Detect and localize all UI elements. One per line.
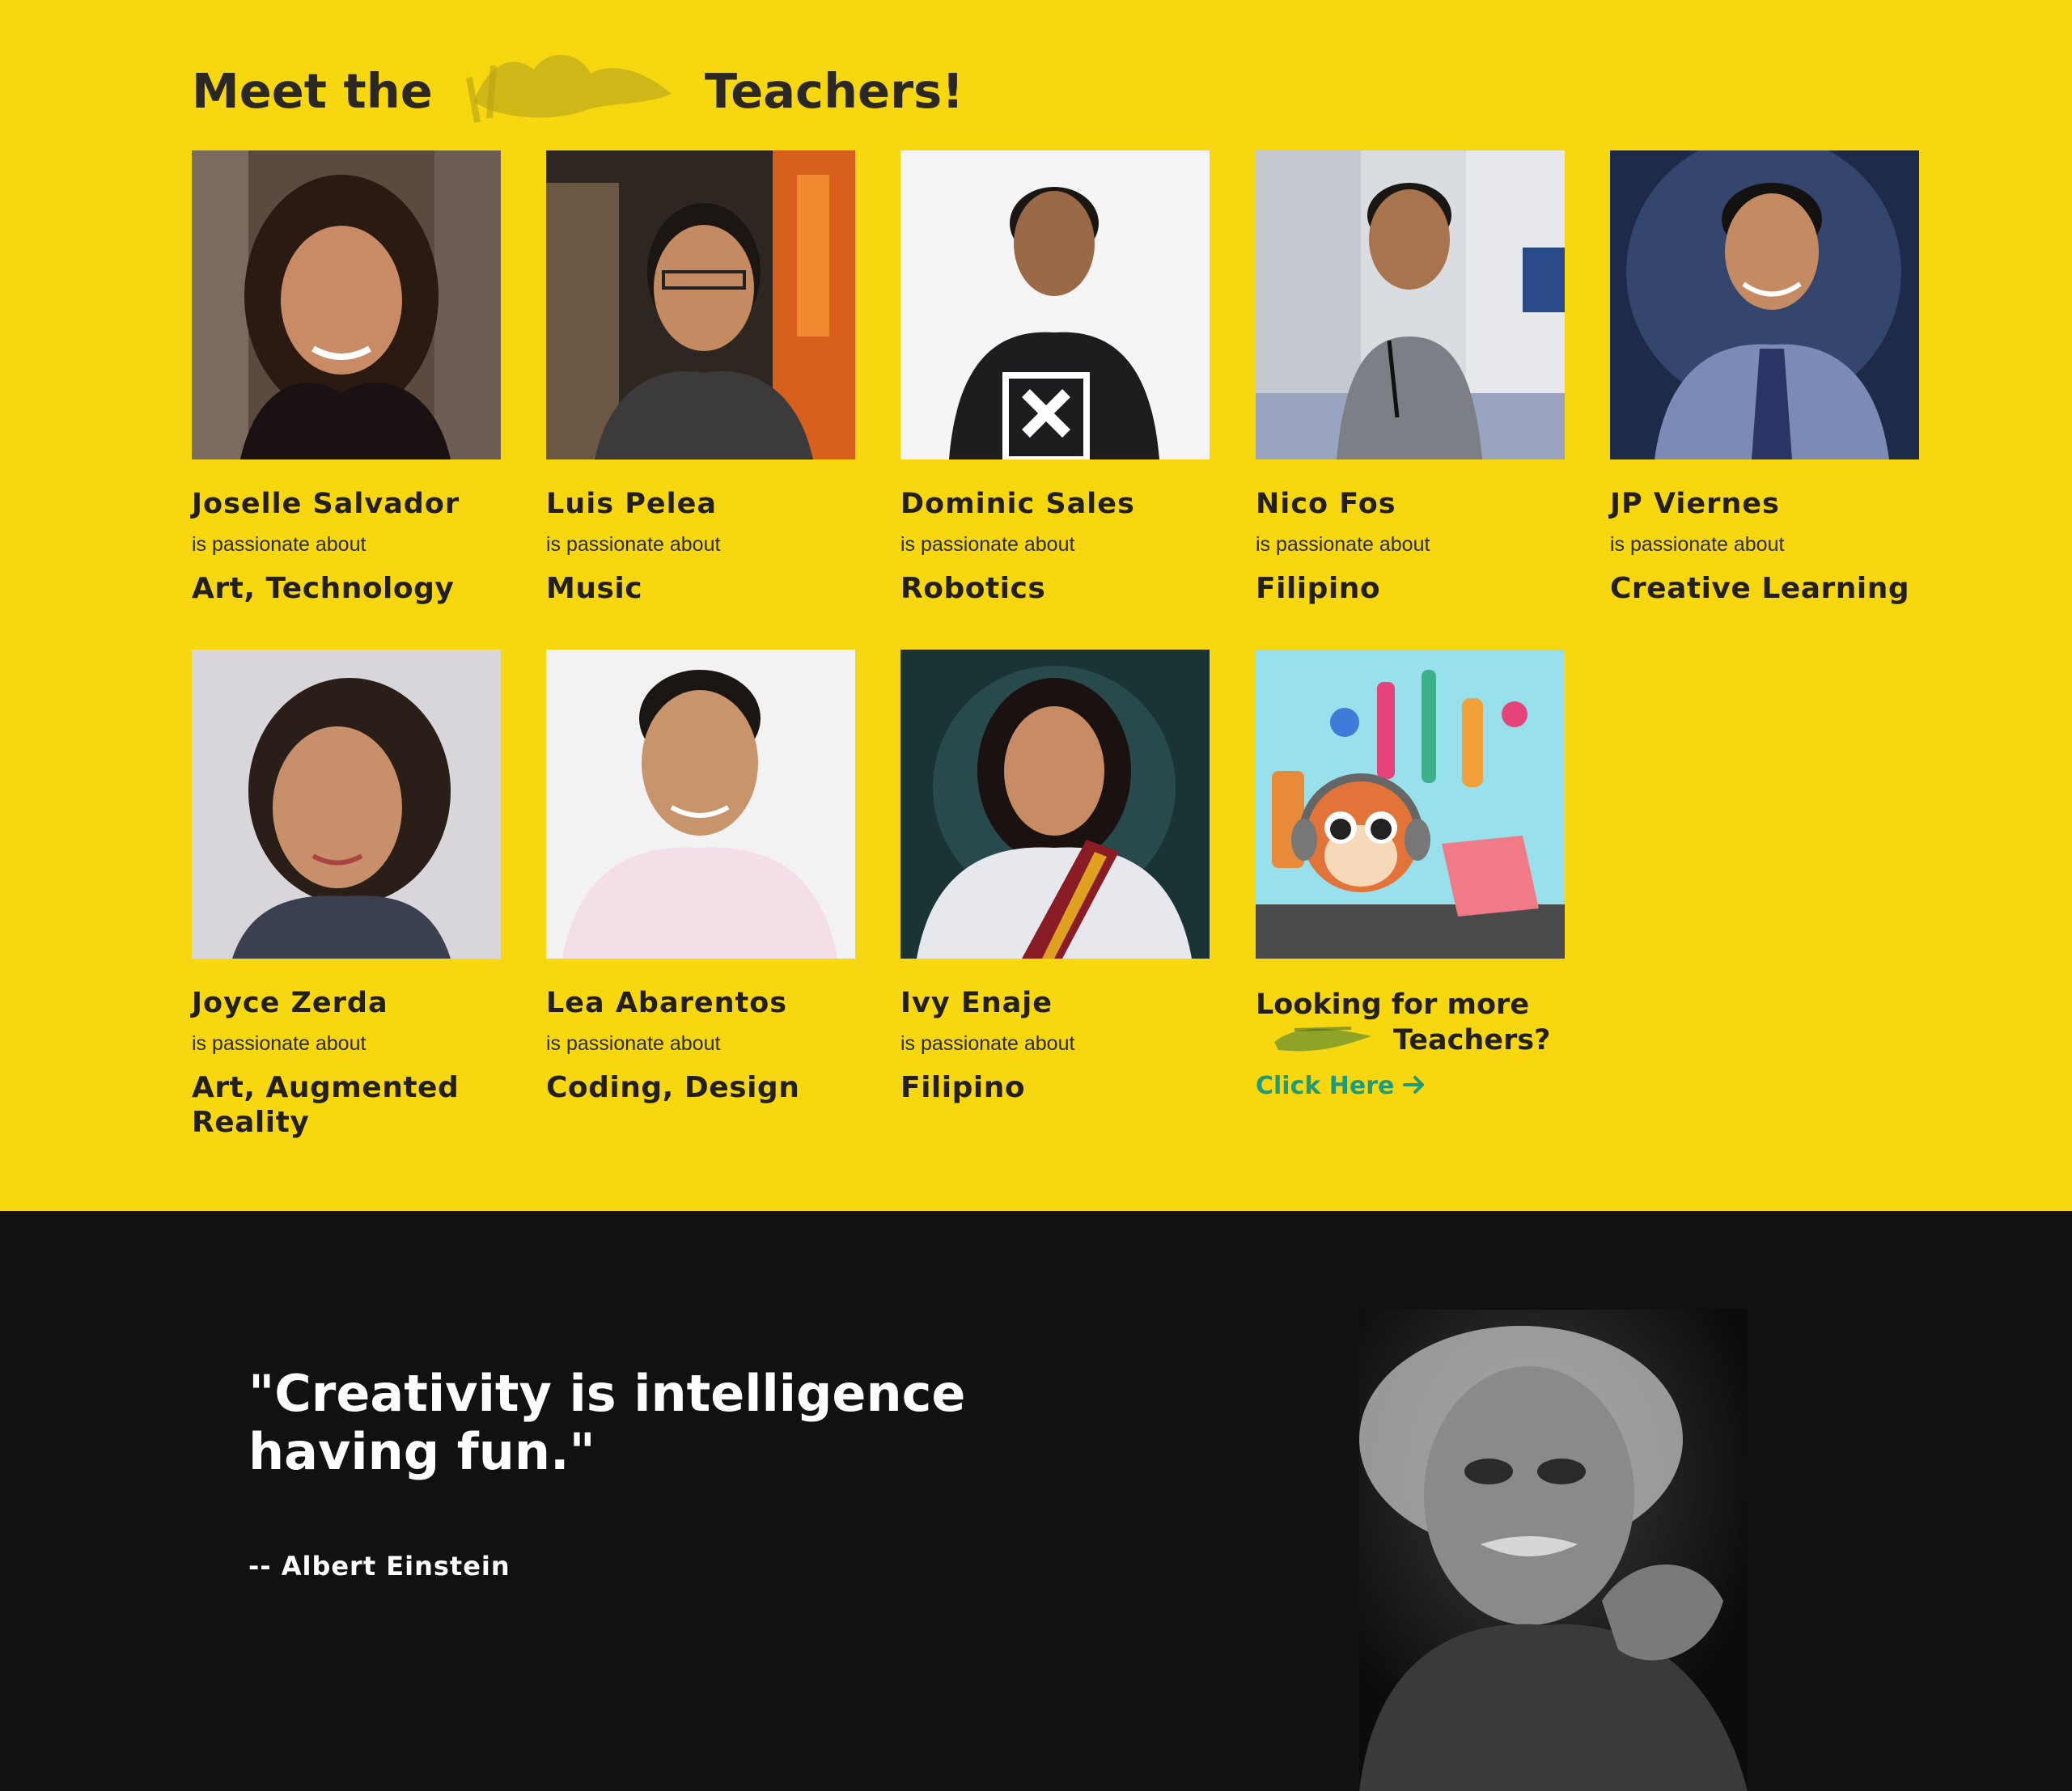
quote-text: "Creativity is intelligence having fun." (248, 1364, 966, 1481)
heading-text-start: Meet the (192, 62, 433, 119)
teacher-photo (192, 650, 501, 959)
redacted-brand-mark (457, 45, 680, 126)
teacher-name: Dominic Sales (900, 488, 1135, 520)
teacher-photo (192, 150, 501, 459)
teacher-photo (546, 650, 855, 959)
teacher-intro: is passionate about (1610, 533, 1785, 556)
teacher-name: Ivy Enaje (900, 987, 1053, 1019)
redacted-brand-mark (1270, 1022, 1375, 1058)
teacher-name: Nico Fos (1256, 488, 1396, 520)
teacher-intro: is passionate about (546, 1032, 721, 1055)
teacher-name: Lea Abarentos (546, 987, 788, 1019)
section-heading: Meet the Teachers! (192, 50, 964, 123)
teacher-intro: is passionate about (192, 533, 367, 556)
teacher-name: Luis Pelea (546, 488, 717, 520)
teacher-name: JP Viernes (1610, 488, 1780, 520)
teachers-section: Meet the Teachers! Joselle Salvador is p… (0, 0, 2072, 1211)
einstein-portrait (1359, 1310, 1748, 1791)
teacher-topic: Creative Learning (1610, 572, 1910, 605)
teacher-intro: is passionate about (900, 533, 1075, 556)
teacher-topic: Filipino (1256, 572, 1381, 605)
teacher-topic: Art, Technology (192, 572, 455, 605)
teacher-name: Joselle Salvador (192, 488, 460, 520)
teacher-intro: is passionate about (1256, 533, 1430, 556)
teacher-intro: is passionate about (192, 1032, 367, 1055)
arrow-right-icon (1402, 1072, 1426, 1100)
quote-section: "Creativity is intelligence having fun."… (0, 1211, 2072, 1791)
teacher-photo (900, 650, 1210, 959)
teacher-name: Joyce Zerda (192, 987, 388, 1019)
teacher-intro: is passionate about (900, 1032, 1075, 1055)
teacher-photo (900, 150, 1210, 459)
more-teachers-link[interactable]: Click Here (1256, 1072, 1426, 1100)
heading-text-end: Teachers! (704, 62, 964, 119)
teacher-photo (1256, 150, 1565, 459)
teacher-topic: Art, Augmented Reality (192, 1071, 460, 1139)
teacher-topic: Filipino (900, 1071, 1026, 1104)
music-illustration (1256, 650, 1565, 959)
teacher-photo (546, 150, 855, 459)
quote-author: -- Albert Einstein (248, 1551, 511, 1581)
teacher-topic: Music (546, 572, 643, 605)
teacher-photo (1610, 150, 1919, 459)
teacher-topic: Robotics (900, 572, 1046, 605)
teacher-intro: is passionate about (546, 533, 721, 556)
link-label: Click Here (1256, 1072, 1395, 1100)
teacher-topic: Coding, Design (546, 1071, 800, 1104)
more-title-line1: Looking for more (1256, 989, 1530, 1021)
